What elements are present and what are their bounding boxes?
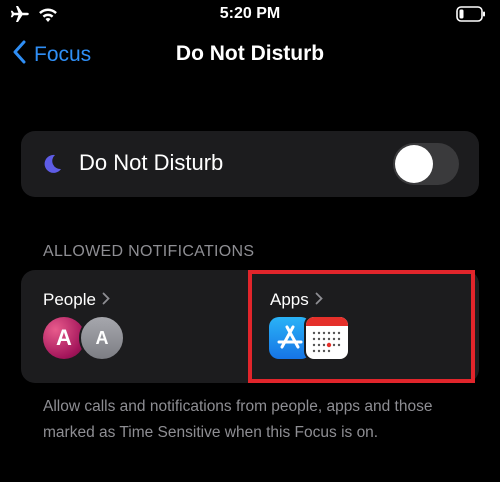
apps-option[interactable]: Apps (249, 270, 479, 383)
apps-title: Apps (270, 290, 323, 310)
avatar-initial: A (95, 327, 109, 348)
dnd-label: Do Not Disturb (79, 150, 224, 175)
status-bar: 5:20 PM (0, 0, 500, 30)
footer-note: Allow calls and notifications from peopl… (43, 398, 433, 441)
people-title: People (43, 290, 110, 310)
toggle-knob (395, 145, 433, 183)
page-title: Do Not Disturb (175, 42, 325, 65)
avatar: A (79, 315, 125, 361)
battery-icon (456, 6, 486, 27)
moon-icon (41, 153, 63, 180)
apps-label: Apps (270, 290, 309, 309)
dnd-toggle-row: Do Not Disturb (21, 131, 479, 197)
avatar-initial: A (56, 325, 72, 350)
status-time: 5:20 PM (219, 5, 281, 22)
dnd-toggle-switch[interactable] (393, 143, 459, 185)
section-header-allowed: ALLOWED NOTIFICATIONS (43, 243, 255, 260)
calendar-icon (304, 315, 350, 361)
chevron-right-icon (102, 292, 110, 309)
people-option[interactable]: People A A (21, 270, 249, 383)
allowed-notifications-card: People A A Apps (21, 270, 479, 383)
chevron-right-icon (315, 292, 323, 309)
people-label: People (43, 290, 96, 309)
